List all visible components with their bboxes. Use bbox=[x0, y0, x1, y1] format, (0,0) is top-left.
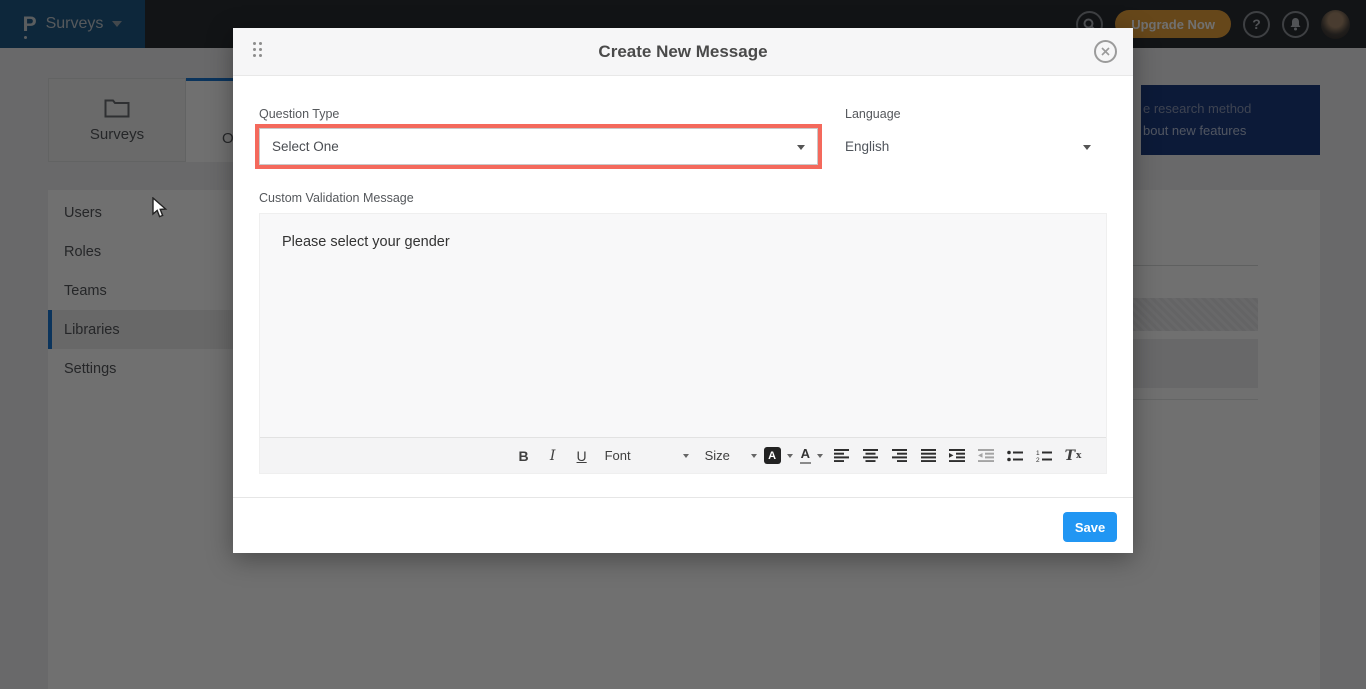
question-type-value: Select One bbox=[272, 139, 339, 154]
bold-button[interactable]: B bbox=[513, 443, 535, 469]
create-message-dialog: Create New Message Question Type Select … bbox=[233, 28, 1133, 553]
bullet-list-icon bbox=[1007, 450, 1023, 462]
question-type-highlight: Select One bbox=[255, 124, 822, 169]
dialog-body: Question Type Select One Language Englis… bbox=[233, 76, 1133, 553]
outdent-icon bbox=[978, 449, 994, 462]
message-editor[interactable]: Please select your gender bbox=[260, 214, 1106, 437]
rich-text-editor: Please select your gender B I U Font Siz… bbox=[259, 213, 1107, 474]
svg-text:2: 2 bbox=[1036, 457, 1040, 462]
dialog-title: Create New Message bbox=[598, 42, 767, 62]
align-right-button[interactable] bbox=[888, 443, 910, 469]
font-select-label: Font bbox=[605, 448, 631, 463]
text-color-button[interactable]: A bbox=[800, 443, 823, 469]
justify-icon bbox=[921, 449, 936, 462]
close-button[interactable] bbox=[1094, 40, 1117, 63]
numbered-list-icon: 12 bbox=[1036, 450, 1052, 462]
underline-button[interactable]: U bbox=[571, 443, 593, 469]
chevron-down-icon bbox=[787, 454, 793, 458]
validation-message-label: Custom Validation Message bbox=[259, 191, 414, 205]
size-select[interactable]: Size bbox=[705, 443, 757, 469]
svg-text:1: 1 bbox=[1036, 450, 1040, 457]
remove-format-button[interactable]: Tx bbox=[1062, 443, 1084, 469]
align-center-button[interactable] bbox=[859, 443, 881, 469]
chevron-down-icon bbox=[751, 454, 757, 458]
align-right-icon bbox=[892, 449, 907, 462]
chevron-down-icon bbox=[817, 454, 823, 458]
app-root: P Surveys Upgrade Now ? Surveys Or bbox=[0, 0, 1366, 689]
editor-toolbar: B I U Font Size A bbox=[260, 437, 1106, 473]
align-center-icon bbox=[863, 449, 878, 462]
text-color-icon: A bbox=[800, 447, 811, 463]
chevron-down-icon bbox=[683, 454, 689, 458]
save-button[interactable]: Save bbox=[1063, 512, 1117, 542]
align-left-icon bbox=[834, 449, 849, 462]
indent-icon bbox=[949, 449, 965, 462]
footer-divider bbox=[233, 497, 1133, 498]
indent-button[interactable] bbox=[946, 443, 968, 469]
outdent-button[interactable] bbox=[975, 443, 997, 469]
language-label: Language bbox=[845, 107, 901, 121]
bullet-list-button[interactable] bbox=[1004, 443, 1026, 469]
question-type-label: Question Type bbox=[259, 107, 339, 121]
remove-format-icon: T bbox=[1065, 448, 1075, 464]
close-icon bbox=[1101, 47, 1110, 56]
question-type-select[interactable]: Select One bbox=[259, 128, 818, 165]
chevron-down-icon bbox=[1083, 145, 1091, 150]
drag-handle-icon[interactable] bbox=[253, 42, 262, 57]
dialog-header: Create New Message bbox=[233, 28, 1133, 76]
align-left-button[interactable] bbox=[830, 443, 852, 469]
language-value: English bbox=[845, 139, 889, 154]
size-select-label: Size bbox=[705, 448, 730, 463]
background-color-icon: A bbox=[764, 447, 781, 464]
italic-button[interactable]: I bbox=[542, 443, 564, 469]
chevron-down-icon bbox=[797, 145, 805, 150]
background-color-button[interactable]: A bbox=[764, 443, 793, 469]
language-select[interactable]: English bbox=[845, 128, 1103, 165]
font-select[interactable]: Font bbox=[605, 443, 689, 469]
justify-button[interactable] bbox=[917, 443, 939, 469]
numbered-list-button[interactable]: 12 bbox=[1033, 443, 1055, 469]
